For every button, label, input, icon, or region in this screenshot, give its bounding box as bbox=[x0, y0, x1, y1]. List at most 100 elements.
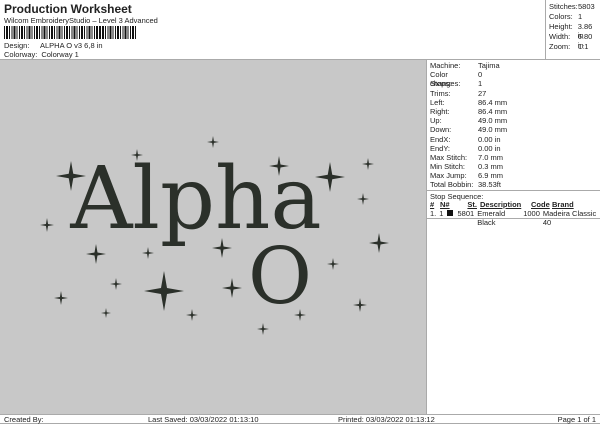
design-text-o: O bbox=[248, 232, 312, 322]
printed-date: Printed: 03/03/2022 01:13:12 bbox=[338, 415, 435, 424]
detail-row: EndX: 0.00 in bbox=[427, 135, 600, 144]
cell: 5801 bbox=[457, 208, 475, 218]
stat-label: Width: bbox=[549, 32, 571, 41]
cell: 1. bbox=[430, 208, 437, 218]
col-header: N# bbox=[440, 199, 450, 209]
details-panel: Machine: Tajima Color changes: 0 Stops: 1 Trim… bbox=[426, 60, 600, 414]
detail-row: Color changes: 0 bbox=[427, 70, 600, 89]
detail-row: Max Jump: 6.9 mm bbox=[427, 171, 600, 180]
colorway-label: Colorway: bbox=[4, 50, 38, 59]
stat-value: 1:1 bbox=[578, 42, 589, 51]
star-icon bbox=[327, 258, 339, 270]
star-icon bbox=[110, 278, 122, 290]
software-name: Wilcom EmbroideryStudio – Level 3 Advanc… bbox=[4, 16, 158, 25]
footer: Created By: Last Saved: 03/03/2022 01:13… bbox=[0, 414, 600, 424]
star-icon bbox=[54, 291, 68, 305]
detail-label: EndX: bbox=[430, 134, 451, 144]
stat-row: Stitches: 5803 bbox=[549, 2, 600, 12]
detail-label: Max Stitch: bbox=[430, 152, 468, 162]
table-row: 1. 1 5801 Emerald Black 1000 Madeira Cla… bbox=[427, 208, 600, 227]
stat-label: Height: bbox=[549, 22, 573, 31]
stat-row: Colors: 1 bbox=[549, 12, 600, 22]
col-header: # bbox=[430, 199, 435, 209]
detail-label: Left: bbox=[430, 97, 445, 107]
detail-value: 27 bbox=[478, 88, 487, 98]
detail-row: Stops: 1 bbox=[427, 79, 600, 88]
star-icon bbox=[186, 309, 198, 321]
design-preview: Alpha O bbox=[0, 60, 426, 414]
star-icon bbox=[40, 218, 54, 232]
detail-value: 0.00 in bbox=[478, 134, 501, 144]
detail-row: Up: 49.0 mm bbox=[427, 116, 600, 125]
stop-sequence-label: Stop Sequence: bbox=[427, 189, 600, 201]
detail-label: Machine: bbox=[430, 61, 461, 70]
colorway-value: Colorway 1 bbox=[41, 50, 79, 59]
last-saved: Last Saved: 03/03/2022 01:13:10 bbox=[148, 415, 259, 424]
col-header: Code bbox=[531, 199, 550, 209]
design-row: Design: ALPHA O v3 6,8 in bbox=[4, 41, 103, 50]
detail-value: 86.4 mm bbox=[478, 106, 508, 116]
detail-row: Right: 86.4 mm bbox=[427, 107, 600, 116]
detail-label: EndY: bbox=[430, 143, 451, 153]
detail-row: Total Bobbin: 38.53ft bbox=[427, 180, 600, 189]
detail-value: 7.0 mm bbox=[478, 152, 504, 162]
detail-label: Color changes: bbox=[430, 70, 461, 89]
stat-value: 1 bbox=[578, 12, 583, 21]
page-number: Page 1 of 1 bbox=[557, 415, 596, 424]
stat-label: Stitches: bbox=[549, 2, 578, 11]
page-title: Production Worksheet bbox=[4, 2, 132, 16]
stop-sequence-header: # N# St. Description Code Brand bbox=[427, 200, 600, 209]
star-icon bbox=[362, 158, 374, 170]
star-icon bbox=[207, 136, 219, 148]
cell: 1 bbox=[439, 208, 444, 218]
stat-value: 3.86 in bbox=[577, 22, 593, 40]
detail-value: 49.0 mm bbox=[478, 125, 508, 135]
detail-label: Up: bbox=[430, 116, 442, 126]
detail-row: Down: 49.0 mm bbox=[427, 125, 600, 134]
col-header: St. bbox=[467, 199, 477, 209]
detail-row: EndY: 0.00 in bbox=[427, 144, 600, 153]
detail-label: Stops: bbox=[430, 79, 452, 89]
cell: Madeira Classic 40 bbox=[542, 208, 597, 227]
detail-value: 0.3 mm bbox=[478, 162, 504, 172]
detail-row: Left: 86.4 mm bbox=[427, 98, 600, 107]
detail-value: 1 bbox=[478, 79, 483, 89]
detail-row: Machine: Tajima bbox=[427, 61, 600, 70]
design-label: Design: bbox=[4, 41, 30, 50]
detail-value: 6.9 mm bbox=[478, 171, 504, 181]
detail-value: Tajima bbox=[478, 61, 500, 70]
detail-label: Right: bbox=[430, 106, 450, 116]
detail-label: Total Bobbin: bbox=[430, 180, 474, 190]
embroidery-artwork: Alpha O bbox=[40, 136, 389, 335]
col-header: Description bbox=[480, 199, 522, 209]
star-icon bbox=[353, 298, 367, 312]
detail-row: Min Stitch: 0.3 mm bbox=[427, 162, 600, 171]
star-icon bbox=[257, 323, 269, 335]
star-icon bbox=[222, 278, 242, 298]
detail-value: 86.4 mm bbox=[478, 97, 508, 107]
stat-row: Zoom: 1:1 bbox=[549, 42, 600, 52]
col-header: Brand bbox=[552, 199, 574, 209]
cell: Emerald Black bbox=[477, 208, 506, 227]
star-icon bbox=[144, 271, 184, 311]
detail-row: Max Stitch: 7.0 mm bbox=[427, 153, 600, 162]
detail-value: 0 bbox=[478, 70, 483, 80]
stat-row: Width: 6.80 in bbox=[549, 32, 600, 50]
colorway-row: Colorway: Colorway 1 bbox=[4, 50, 79, 59]
star-icon bbox=[357, 193, 369, 205]
detail-label: Max Jump: bbox=[430, 171, 467, 181]
stat-label: Colors: bbox=[549, 12, 573, 21]
detail-label: Down: bbox=[430, 125, 452, 135]
detail-value: 49.0 mm bbox=[478, 116, 508, 126]
worksheet-header: Production Worksheet Wilcom EmbroiderySt… bbox=[0, 0, 600, 60]
detail-label: Min Stitch: bbox=[430, 162, 466, 172]
detail-label: Trims: bbox=[430, 88, 451, 98]
cell: 1000 bbox=[523, 208, 540, 218]
detail-value: 38.53ft bbox=[478, 180, 501, 190]
detail-row: Trims: 27 bbox=[427, 89, 600, 98]
stat-value: 6.80 in bbox=[577, 32, 593, 50]
created-by: Created By: bbox=[4, 415, 44, 424]
star-icon bbox=[101, 308, 111, 318]
stat-label: Zoom: bbox=[549, 42, 571, 51]
star-icon bbox=[369, 233, 389, 253]
